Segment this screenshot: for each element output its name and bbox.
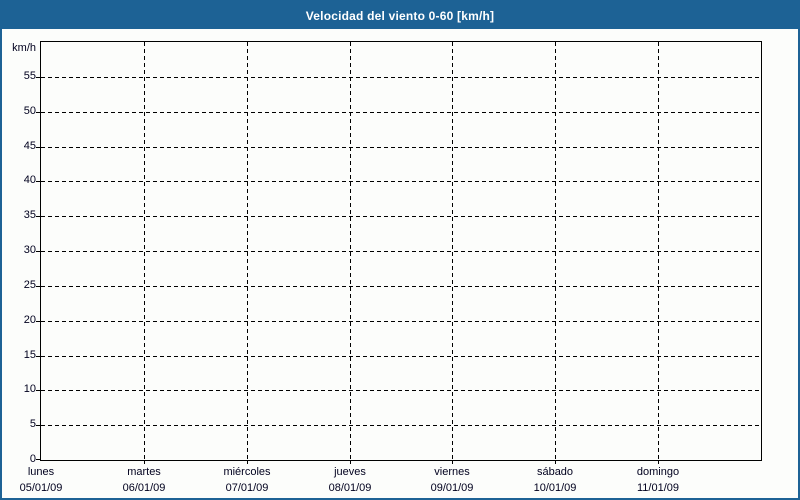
x-day-label: viernes: [434, 466, 470, 478]
gridline-vertical: [452, 42, 453, 460]
y-axis-tick: [36, 286, 40, 287]
y-axis-tick: [36, 425, 40, 426]
y-tick-label: 20: [23, 314, 36, 326]
x-day-label: domingo: [636, 466, 680, 478]
x-day-label: martes: [127, 466, 161, 478]
x-axis-tick: [144, 460, 145, 464]
y-axis-unit-label: km/h: [12, 42, 36, 54]
y-tick-label: 55: [23, 70, 36, 82]
y-tick-label: 15: [23, 349, 36, 361]
x-date-label: 07/01/09: [225, 482, 269, 494]
gridline-horizontal: [41, 390, 761, 391]
gridline-vertical: [247, 42, 248, 460]
y-tick-label: 10: [23, 383, 36, 395]
x-date-label: 10/01/09: [533, 482, 577, 494]
gridline-horizontal: [41, 356, 761, 357]
y-tick-label: 50: [23, 105, 36, 117]
x-date-label: 06/01/09: [122, 482, 166, 494]
gridline-horizontal: [41, 216, 761, 217]
x-day-label: miércoles: [223, 466, 271, 478]
gridline-vertical: [658, 42, 659, 460]
x-date-label: 11/01/09: [636, 482, 679, 494]
y-tick-label: 35: [23, 209, 36, 221]
chart-container: Velocidad del viento 0-60 [km/h] km/h 0 5…: [0, 0, 800, 500]
y-axis-tick: [36, 112, 40, 113]
y-tick-label: 45: [23, 140, 36, 152]
gridline-vertical: [144, 42, 145, 460]
y-axis-tick: [36, 147, 40, 148]
x-axis-tick: [350, 460, 351, 464]
y-axis-tick: [36, 390, 40, 391]
x-date-label: 09/01/09: [430, 482, 474, 494]
y-tick-label: 0: [29, 453, 36, 465]
y-tick-label: 5: [29, 418, 36, 430]
y-axis-tick: [36, 321, 40, 322]
x-axis-tick: [452, 460, 453, 464]
y-axis-tick: [36, 251, 40, 252]
gridline-horizontal: [41, 321, 761, 322]
chart-title: Velocidad del viento 0-60 [km/h]: [305, 8, 495, 23]
x-axis-tick: [555, 460, 556, 464]
y-axis-tick: [36, 77, 40, 78]
x-day-label: sábado: [536, 466, 574, 478]
y-axis-tick: [36, 181, 40, 182]
y-axis-tick: [36, 216, 40, 217]
y-axis-tick: [36, 459, 40, 460]
gridline-horizontal: [41, 251, 761, 252]
x-axis-tick: [247, 460, 248, 464]
gridline-horizontal: [41, 112, 761, 113]
gridline-vertical: [350, 42, 351, 460]
gridline-vertical: [555, 42, 556, 460]
chart-title-bar: Velocidad del viento 0-60 [km/h]: [2, 2, 798, 29]
gridline-horizontal: [41, 147, 761, 148]
y-tick-label: 25: [23, 279, 36, 291]
y-axis-tick: [36, 356, 40, 357]
y-tick-label: 40: [23, 174, 36, 186]
gridline-horizontal: [41, 181, 761, 182]
y-tick-label: 30: [23, 244, 36, 256]
plot-area: [36, 41, 762, 464]
gridline-horizontal: [41, 425, 761, 426]
gridline-horizontal: [41, 77, 761, 78]
x-axis-tick: [658, 460, 659, 464]
gridline-horizontal: [41, 286, 761, 287]
